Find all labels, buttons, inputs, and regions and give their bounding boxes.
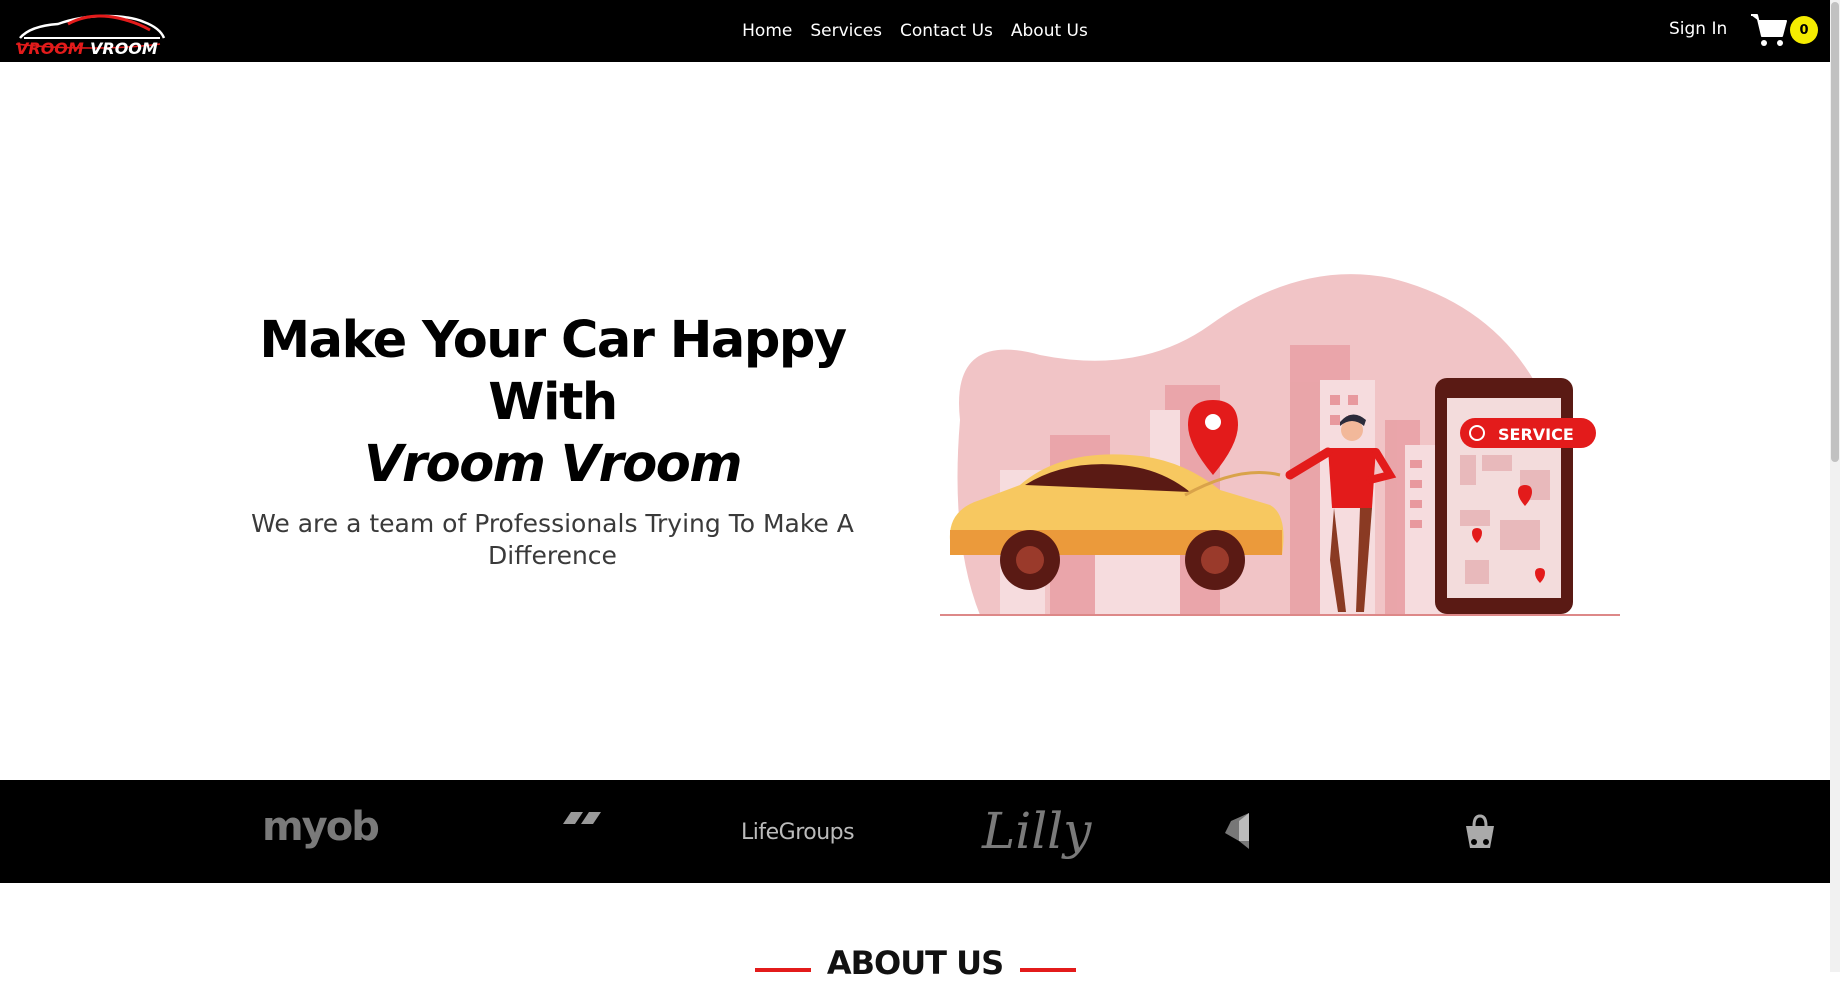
page: VROOM VROOM Home Services Contact Us Abo… [0, 0, 1830, 982]
nav-link-about-us[interactable]: About Us [1011, 21, 1088, 41]
partner-logo-basket-icon [1466, 814, 1494, 848]
partner-logo-gem-icon [1225, 813, 1249, 849]
cart-count-badge: 0 [1790, 16, 1818, 44]
cart-icon[interactable] [1750, 12, 1788, 48]
page-scrollbar[interactable] [1830, 0, 1840, 972]
partner-logo-stripes-icon [563, 812, 601, 824]
about-heading-line-left [755, 968, 811, 972]
nav-link-home[interactable]: Home [742, 21, 792, 41]
navbar: VROOM VROOM Home Services Contact Us Abo… [0, 0, 1830, 62]
partner-logo-lifegroups: LifeGroups [741, 820, 855, 845]
partner-logo-lilly: Lilly [982, 802, 1092, 860]
hero-subtitle: We are a team of Professionals Trying To… [251, 509, 854, 570]
scrollbar-thumb[interactable] [1831, 2, 1839, 462]
about-title: ABOUT US [826, 944, 1004, 982]
hero-illustration: SERVICE [940, 274, 1620, 616]
nav-link-contact-us[interactable]: Contact Us [900, 21, 993, 41]
nav-link-services[interactable]: Services [810, 21, 882, 41]
hero-title: Make Your Car Happy With Vroom Vroom [200, 310, 905, 496]
service-label: SERVICE [1498, 425, 1574, 444]
about-section-heading: ABOUT US [0, 944, 1830, 984]
main-nav: Home Services Contact Us About Us [0, 0, 1830, 62]
hero-title-line: Make Your Car Happy With [259, 311, 847, 432]
partner-logo-myob: myob [262, 804, 380, 850]
hero-text: Make Your Car Happy With Vroom Vroom We … [200, 310, 905, 572]
sign-in-link[interactable]: Sign In [1669, 19, 1727, 39]
phone-illustration: SERVICE [1435, 378, 1596, 614]
about-heading-line-right [1020, 968, 1076, 972]
partner-logos-bar: myob LifeGroups Lilly [0, 780, 1830, 883]
hero-title-brand: Vroom Vroom [364, 435, 742, 494]
